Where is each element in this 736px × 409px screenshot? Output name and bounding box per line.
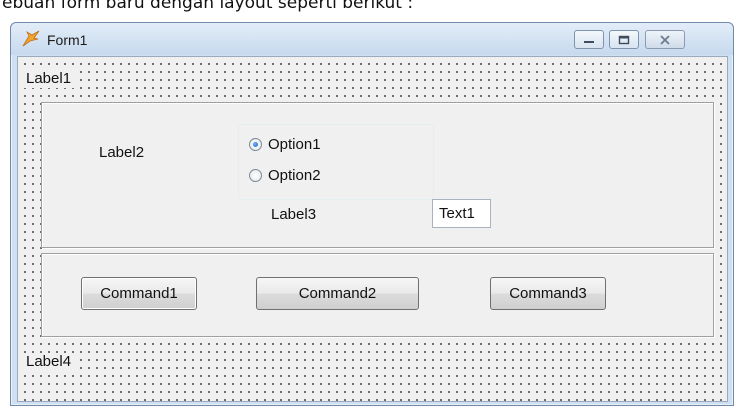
close-button[interactable] [645, 30, 685, 49]
radio-checked-icon[interactable] [249, 137, 262, 151]
command1-button[interactable]: Command1 [81, 277, 197, 310]
caption-text: ebuah form baru dengan layout seperti be… [2, 0, 414, 12]
form-design-surface[interactable]: Label1 Label2 Option1 Option2 Label3 Tex… [17, 56, 728, 402]
option1-radio[interactable]: Option1 [249, 134, 321, 154]
label1[interactable]: Label1 [23, 70, 75, 88]
option1-label: Option1 [268, 135, 321, 153]
frame-bottom[interactable]: Command1 Command2 Command3 [41, 253, 714, 337]
command2-button[interactable]: Command2 [256, 277, 419, 310]
command3-button[interactable]: Command3 [490, 277, 606, 310]
vb-form-icon [21, 30, 41, 48]
label3[interactable]: Label3 [268, 206, 320, 224]
option2-label: Option2 [268, 166, 321, 184]
maximize-button[interactable] [609, 30, 639, 49]
label4[interactable]: Label4 [23, 353, 75, 371]
label2[interactable]: Label2 [96, 144, 148, 162]
window-title: Form1 [47, 32, 88, 48]
frame-top[interactable]: Label2 Option1 Option2 Label3 Text1 [41, 102, 714, 248]
minimize-button[interactable] [574, 30, 604, 49]
title-bar[interactable]: Form1 [11, 23, 733, 55]
text1-textbox[interactable]: Text1 [432, 199, 491, 228]
option-group: Option1 Option2 [238, 124, 434, 200]
radio-unchecked-icon[interactable] [249, 168, 262, 182]
form-window: Form1 Label1 Label2 Option1 Option2 Labe… [10, 22, 734, 406]
option2-radio[interactable]: Option2 [249, 165, 321, 185]
